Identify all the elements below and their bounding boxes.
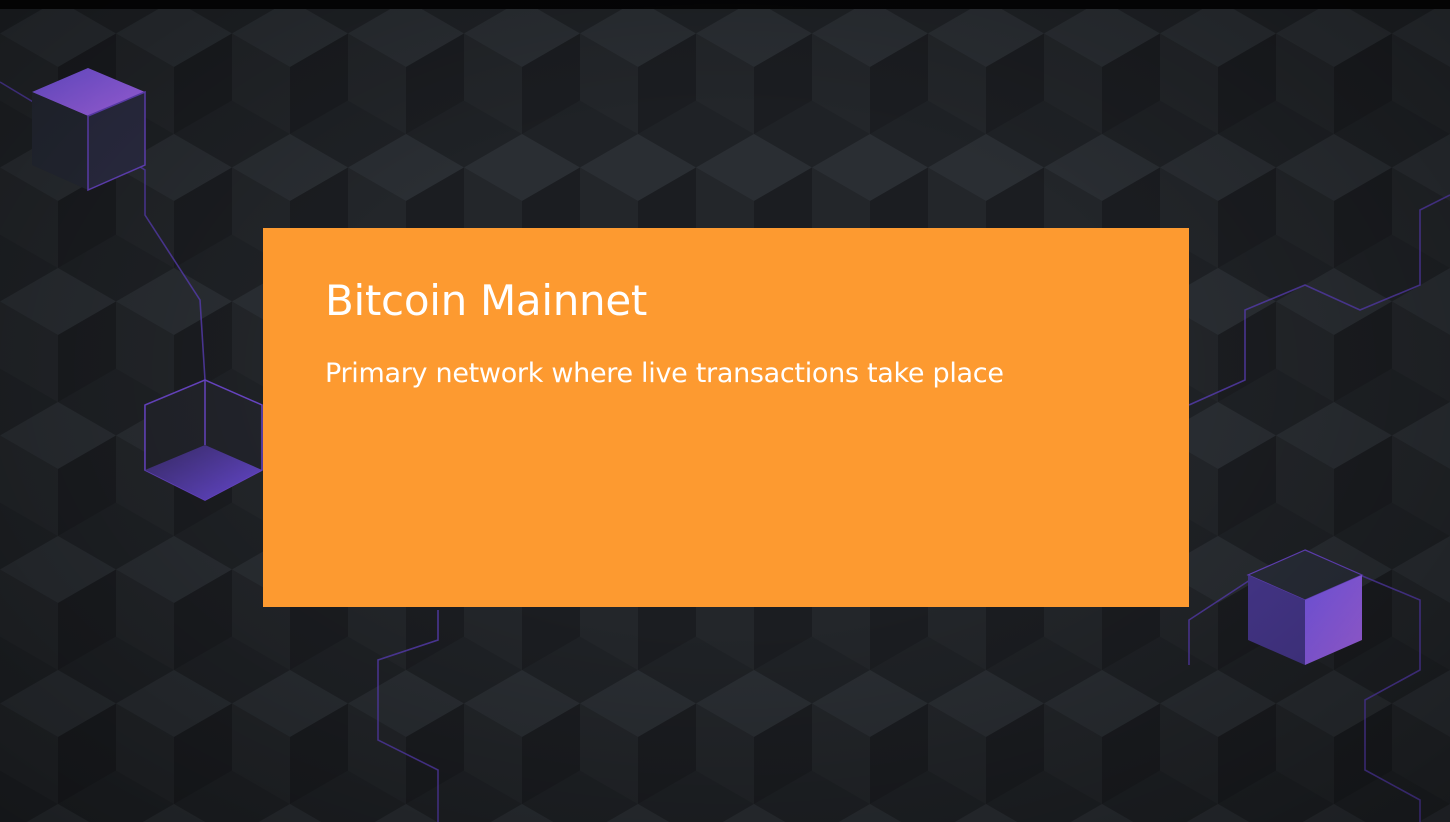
slide-title: Bitcoin Mainnet [325,276,648,325]
slide: Bitcoin Mainnet Primary network where li… [0,0,1450,822]
slide-subtitle: Primary network where live transactions … [325,358,1004,389]
title-card: Bitcoin Mainnet Primary network where li… [263,228,1189,607]
cube-icon [32,68,146,192]
